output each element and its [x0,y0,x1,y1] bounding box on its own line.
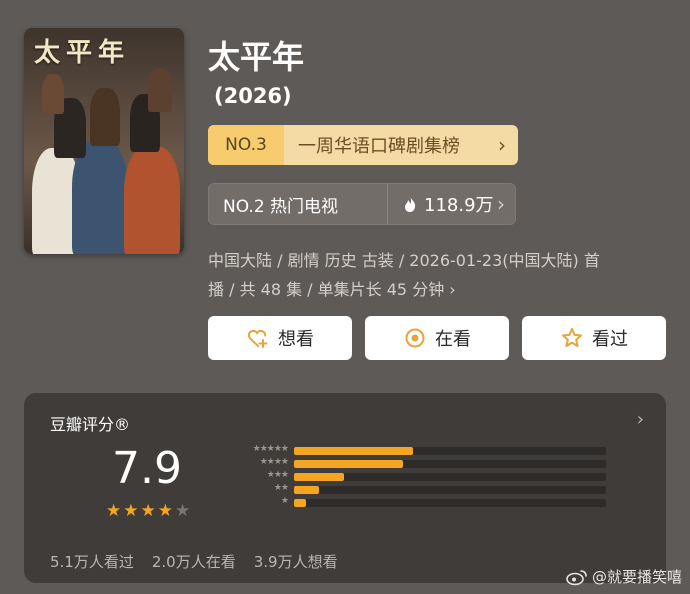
rating-bar-track [294,499,606,507]
rating-bar-row: ★★★★ [206,457,616,468]
hot-value: 118.9万 [424,195,494,216]
watched-button[interactable]: 看过 [522,316,666,360]
heart-plus-icon [247,329,268,348]
watching-count: 2.0万人在看 [151,553,236,571]
audience-counts: 5.1万人看过 2.0万人在看 3.9万人想看 [50,551,338,572]
page-title: 太平年 [208,38,305,76]
star-filled-icon: ★ [123,501,139,521]
want-count: 3.9万人想看 [253,553,338,571]
weibo-icon [566,569,587,585]
rating-bar-fill [294,499,306,507]
rank-badge-reputation[interactable]: NO.3 一周华语口碑剧集榜 › [208,125,518,165]
rank-number: NO.3 [208,125,284,165]
watching-button[interactable]: 在看 [365,316,509,360]
flame-icon [405,196,416,212]
rank-label: 一周华语口碑剧集榜 [298,136,460,157]
rating-bar-track [294,486,606,494]
rating-bar-row: ★★★ [206,470,616,481]
star-outline-icon [562,328,582,347]
chevron-right-icon: › [449,280,456,299]
poster-title: 太平年 [34,38,131,68]
weibo-watermark: @就要播笑嘻 [566,566,682,587]
chevron-right-icon[interactable]: › [637,409,644,430]
rating-bar-track [294,473,606,481]
poster-image[interactable]: 太平年 [24,28,184,254]
watched-label: 看过 [592,329,628,350]
star-filled-icon: ★ [106,501,122,521]
rating-title: 豆瓣评分® [50,415,131,434]
rating-bar-stars: ★★★★★ [252,444,289,454]
show-info-line1: 中国大陆 / 剧情 历史 古装 / 2026-01-23(中国大陆) 首 [208,251,600,270]
chevron-right-icon: › [497,192,505,216]
watched-count: 5.1万人看过 [50,553,134,571]
want-to-watch-button[interactable]: 想看 [208,316,352,360]
rating-bar-fill [294,460,403,468]
chevron-right-icon: › [498,133,506,157]
star-filled-icon: ★ [157,501,173,521]
star-empty-icon: ★ [175,501,191,521]
watching-label: 在看 [435,329,471,350]
rating-bar-stars: ★★★★ [259,457,289,467]
show-info-line2: 播 / 共 48 集 / 单集片长 45 分钟 [208,280,445,299]
rating-bar-track [294,447,606,455]
star-filled-icon: ★ [140,501,156,521]
rating-bar-row: ★★ [206,483,616,494]
rating-stars: ★ ★ ★ ★ ★ [106,503,190,520]
rating-card[interactable]: 豆瓣评分® › 7.9 ★ ★ ★ ★ ★ ★★★★★ ★★★★ ★★★ ★★ ★ 5.1万人看… [24,393,666,583]
rating-bar-fill [294,447,413,455]
rating-bar-stars: ★ [280,496,289,506]
target-icon [405,328,425,348]
rating-bar-stars: ★★ [273,483,289,493]
rating-bar-track [294,460,606,468]
hot-rank-label: NO.2 热门电视 [209,184,388,224]
want-to-watch-label: 想看 [278,329,314,350]
rating-bar-row: ★ [206,496,616,507]
rank-badge-hot[interactable]: NO.2 热门电视 118.9万 › [208,183,516,225]
rating-bar-stars: ★★★ [266,470,289,480]
release-year: (2026) [214,84,292,108]
show-info[interactable]: 中国大陆 / 剧情 历史 古装 / 2026-01-23(中国大陆) 首 播 /… [208,246,658,304]
watermark-text: @就要播笑嘻 [591,568,682,586]
rating-score: 7.9 [112,443,182,494]
rating-bar-row: ★★★★★ [206,444,616,455]
rating-bar-fill [294,486,319,494]
rating-bar-fill [294,473,344,481]
